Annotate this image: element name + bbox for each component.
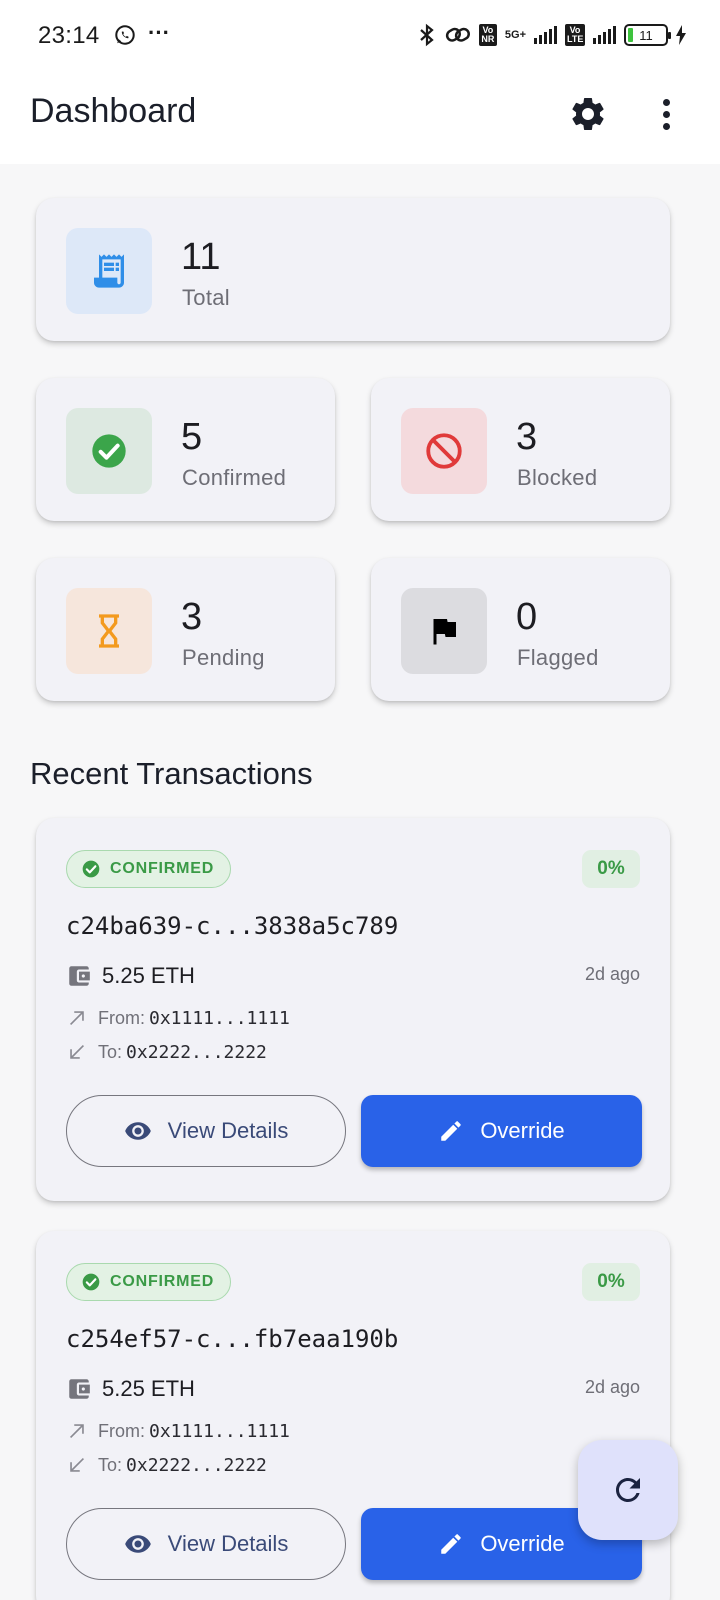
eye-icon xyxy=(124,1535,151,1553)
status-badge-label: CONFIRMED xyxy=(110,1273,215,1290)
more-notifications-icon: ··· xyxy=(148,20,170,45)
flag-icon xyxy=(433,619,456,645)
stat-label-confirmed: Confirmed xyxy=(182,465,287,490)
settings-button[interactable] xyxy=(568,94,608,134)
transaction-time: 2d ago xyxy=(584,1377,640,1397)
arrow-incoming-icon xyxy=(70,1044,85,1059)
from-address: 0x1111...1111 xyxy=(149,1420,290,1442)
arrow-outgoing-icon xyxy=(69,1011,84,1026)
override-label: Override xyxy=(480,1118,565,1143)
check-circle-icon xyxy=(92,434,126,468)
link-icon xyxy=(445,27,470,42)
status-bar: 23:14 ··· Vo NR 5G+ Vo LTE 11 xyxy=(0,0,720,72)
transaction-time: 2d ago xyxy=(584,964,640,984)
stat-card-flagged[interactable]: 0 Flagged xyxy=(371,558,670,701)
stat-card-pending[interactable]: 3 Pending xyxy=(36,558,335,701)
gear-icon xyxy=(572,97,604,130)
stat-value-confirmed: 5 xyxy=(181,416,203,458)
status-badge: CONFIRMED xyxy=(66,1263,232,1301)
refresh-button[interactable] xyxy=(578,1440,678,1540)
from-address-row: From: 0x1111...1111 xyxy=(66,1005,290,1031)
to-address: 0x2222...2222 xyxy=(126,1454,267,1476)
volte-nr-tag: Vo NR xyxy=(478,24,497,46)
arrow-outgoing-icon xyxy=(69,1424,84,1439)
whatsapp-icon xyxy=(115,25,135,45)
view-details-label: View Details xyxy=(167,1531,289,1556)
to-address-row: To: 0x2222...2222 xyxy=(66,1452,267,1478)
amount-row: 5.25 ETH xyxy=(66,1375,195,1403)
from-address: 0x1111...1111 xyxy=(149,1007,290,1029)
from-label: From: xyxy=(98,1007,145,1028)
status-badge-label: CONFIRMED xyxy=(110,860,215,877)
battery-level: 11 xyxy=(639,27,653,43)
stat-label-flagged: Flagged xyxy=(517,645,599,670)
override-label: Override xyxy=(480,1531,565,1556)
status-icons: Vo NR 5G+ Vo LTE 11 xyxy=(417,22,686,48)
stat-icon-box xyxy=(401,408,487,494)
battery-icon: 11 xyxy=(624,24,671,46)
amount-row: 5.25 ETH xyxy=(66,962,195,990)
page-title: Dashboard xyxy=(30,92,197,130)
charging-icon xyxy=(676,25,686,45)
transaction-amount: 5.25 ETH xyxy=(102,963,195,988)
volte-lte-tag: Vo LTE xyxy=(565,24,585,46)
status-time: 23:14 xyxy=(38,22,100,49)
eye-icon xyxy=(124,1122,151,1140)
risk-score-badge: 0% xyxy=(582,850,640,888)
hourglass-icon xyxy=(99,614,119,648)
status-badge: CONFIRMED xyxy=(66,850,232,888)
override-button[interactable]: Override xyxy=(361,1095,642,1167)
to-label: To: xyxy=(98,1041,123,1062)
transaction-card[interactable]: CONFIRMED 0% c254ef57-c...fb7eaa190b 5.2… xyxy=(36,1231,670,1600)
stat-value-total: 11 xyxy=(181,236,221,278)
stat-value-blocked: 3 xyxy=(516,416,538,458)
app-bar: Dashboard xyxy=(0,72,720,164)
more-vertical-icon xyxy=(662,98,670,106)
receipt-icon xyxy=(94,254,124,288)
view-details-label: View Details xyxy=(167,1118,289,1143)
risk-score-badge: 0% xyxy=(582,1263,640,1301)
stat-label-blocked: Blocked xyxy=(517,465,598,490)
stat-icon-box xyxy=(66,228,152,314)
stat-card-confirmed[interactable]: 5 Confirmed xyxy=(36,378,335,521)
to-address: 0x2222...2222 xyxy=(126,1041,267,1063)
transaction-id: c24ba639-c...3838a5c789 xyxy=(66,912,399,940)
pencil-icon xyxy=(441,1121,462,1141)
stat-value-flagged: 0 xyxy=(516,596,538,638)
stat-card-total[interactable]: 11 Total xyxy=(36,198,670,341)
wallet-icon xyxy=(69,1379,90,1399)
stat-value-pending: 3 xyxy=(181,596,203,638)
to-address-row: To: 0x2222...2222 xyxy=(66,1039,267,1065)
signal-strength-icon xyxy=(534,26,557,44)
to-label: To: xyxy=(98,1454,123,1475)
from-address-row: From: 0x1111...1111 xyxy=(66,1418,290,1444)
arrow-incoming-icon xyxy=(70,1457,85,1472)
stat-icon-box xyxy=(66,588,152,674)
refresh-icon xyxy=(616,1478,640,1502)
recent-transactions-heading: Recent Transactions xyxy=(30,756,313,791)
view-details-button[interactable]: View Details xyxy=(66,1095,346,1167)
stat-icon-box xyxy=(66,408,152,494)
stat-label-pending: Pending xyxy=(182,645,265,670)
signal-strength-icon xyxy=(593,26,616,44)
stat-card-blocked[interactable]: 3 Blocked xyxy=(371,378,670,521)
stat-icon-box xyxy=(401,588,487,674)
transaction-card[interactable]: CONFIRMED 0% c24ba639-c...3838a5c789 5.2… xyxy=(36,818,670,1201)
wallet-icon xyxy=(69,966,90,986)
transaction-id: c254ef57-c...fb7eaa190b xyxy=(66,1325,399,1353)
more-options-button[interactable] xyxy=(656,94,676,134)
check-circle-icon xyxy=(82,1273,100,1291)
check-circle-icon xyxy=(82,860,100,878)
from-label: From: xyxy=(98,1420,145,1441)
view-details-button[interactable]: View Details xyxy=(66,1508,346,1580)
network-type: 5G+ xyxy=(504,29,526,41)
bluetooth-icon xyxy=(420,23,434,47)
block-icon xyxy=(426,433,462,469)
stat-label-total: Total xyxy=(182,285,230,310)
pencil-icon xyxy=(441,1534,462,1554)
transaction-amount: 5.25 ETH xyxy=(102,1376,195,1401)
